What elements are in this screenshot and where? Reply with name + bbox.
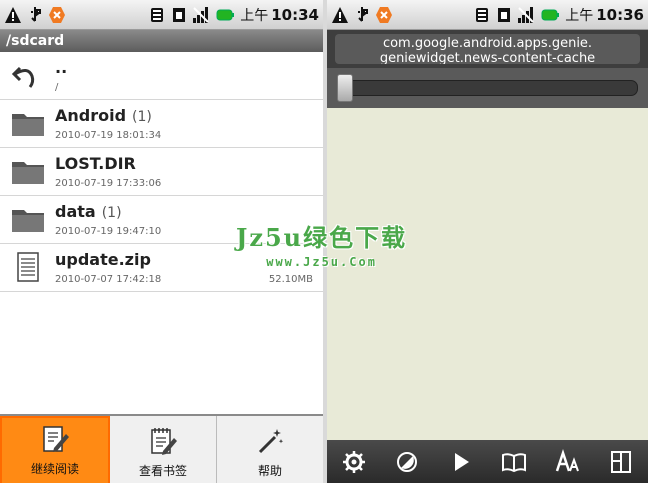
battery-icon — [541, 9, 560, 20]
back-arrow-icon — [11, 66, 35, 88]
sync-icon — [151, 7, 164, 22]
battery-icon — [216, 9, 235, 20]
folder-icon — [12, 162, 44, 184]
list-item[interactable]: LOST.DIR 2010-07-19 17:33:06 — [0, 148, 323, 196]
continue-reading-button[interactable]: 继续阅读 — [0, 416, 110, 483]
file-list: .. / Android (1) 2010-07-19 18:01:34 LOST… — [0, 52, 323, 292]
file-date: 2010-07-19 18:01:34 — [55, 130, 162, 141]
list-item[interactable]: Android (1) 2010-07-19 18:01:34 — [0, 100, 323, 148]
status-bar: 上午 10:34 — [0, 0, 323, 30]
book-title-bar: com.google.android.apps.genie. geniewidg… — [327, 30, 648, 68]
file-date: 2010-07-07 17:42:18 — [55, 274, 162, 285]
progress-thumb[interactable] — [337, 74, 353, 102]
reader-screen: 上午 10:36 com.google.android.apps.genie. g… — [327, 0, 648, 483]
file-browser-screen: 上午 10:34 /sdcard .. / Android (1) 2010-07-… — [0, 0, 323, 483]
list-item[interactable]: .. / — [0, 52, 323, 100]
reader-toolbar — [327, 440, 648, 483]
sync-icon — [476, 7, 489, 22]
clock: 上午 10:34 — [240, 5, 319, 24]
help-button[interactable]: 帮助 — [217, 416, 323, 483]
book-icon[interactable] — [501, 449, 527, 475]
reading-area[interactable] — [327, 108, 648, 440]
file-name: Android (1) — [55, 106, 152, 125]
sim-icon — [173, 7, 186, 22]
layout-icon[interactable] — [608, 449, 634, 475]
folder-icon — [12, 114, 44, 136]
file-name: LOST.DIR — [55, 154, 136, 173]
clock: 上午 10:36 — [565, 5, 644, 24]
folder-icon — [12, 210, 44, 232]
notification-badge-icon — [49, 6, 65, 23]
file-name: data (1) — [55, 202, 122, 221]
current-path: /sdcard — [0, 30, 323, 52]
signal-icon — [193, 6, 209, 23]
book-title: com.google.android.apps.genie. geniewidg… — [335, 34, 640, 64]
warning-icon — [5, 6, 21, 23]
status-bar: 上午 10:36 — [327, 0, 648, 30]
magic-wand-icon — [258, 429, 284, 454]
file-date: / — [55, 82, 59, 93]
bookmark-notes-icon — [151, 428, 177, 455]
sim-icon — [498, 7, 511, 22]
file-date: 2010-07-19 17:33:06 — [55, 178, 162, 189]
warning-icon — [332, 6, 348, 23]
play-icon[interactable] — [448, 449, 474, 475]
font-size-icon[interactable] — [555, 448, 581, 475]
gear-icon[interactable] — [341, 449, 367, 475]
file-size: 52.10MB — [268, 274, 313, 285]
usb-icon — [31, 6, 41, 22]
list-item[interactable]: data (1) 2010-07-19 19:47:10 — [0, 196, 323, 244]
options-menu: 继续阅读 查看书签 帮助 — [0, 414, 323, 483]
file-name: update.zip — [55, 250, 151, 269]
document-icon — [17, 252, 39, 282]
notification-badge-icon — [376, 6, 392, 23]
signal-icon — [518, 6, 534, 23]
view-bookmarks-button[interactable]: 查看书签 — [110, 416, 217, 483]
list-item[interactable]: update.zip 2010-07-07 17:42:18 52.10MB — [0, 244, 323, 292]
progress-track[interactable] — [337, 80, 638, 96]
edit-document-icon — [43, 426, 69, 452]
reading-progress-bar — [327, 68, 648, 108]
file-date: 2010-07-19 19:47:10 — [55, 226, 162, 237]
file-name: .. — [55, 58, 68, 77]
contrast-icon[interactable] — [394, 449, 420, 475]
usb-icon — [358, 6, 368, 22]
